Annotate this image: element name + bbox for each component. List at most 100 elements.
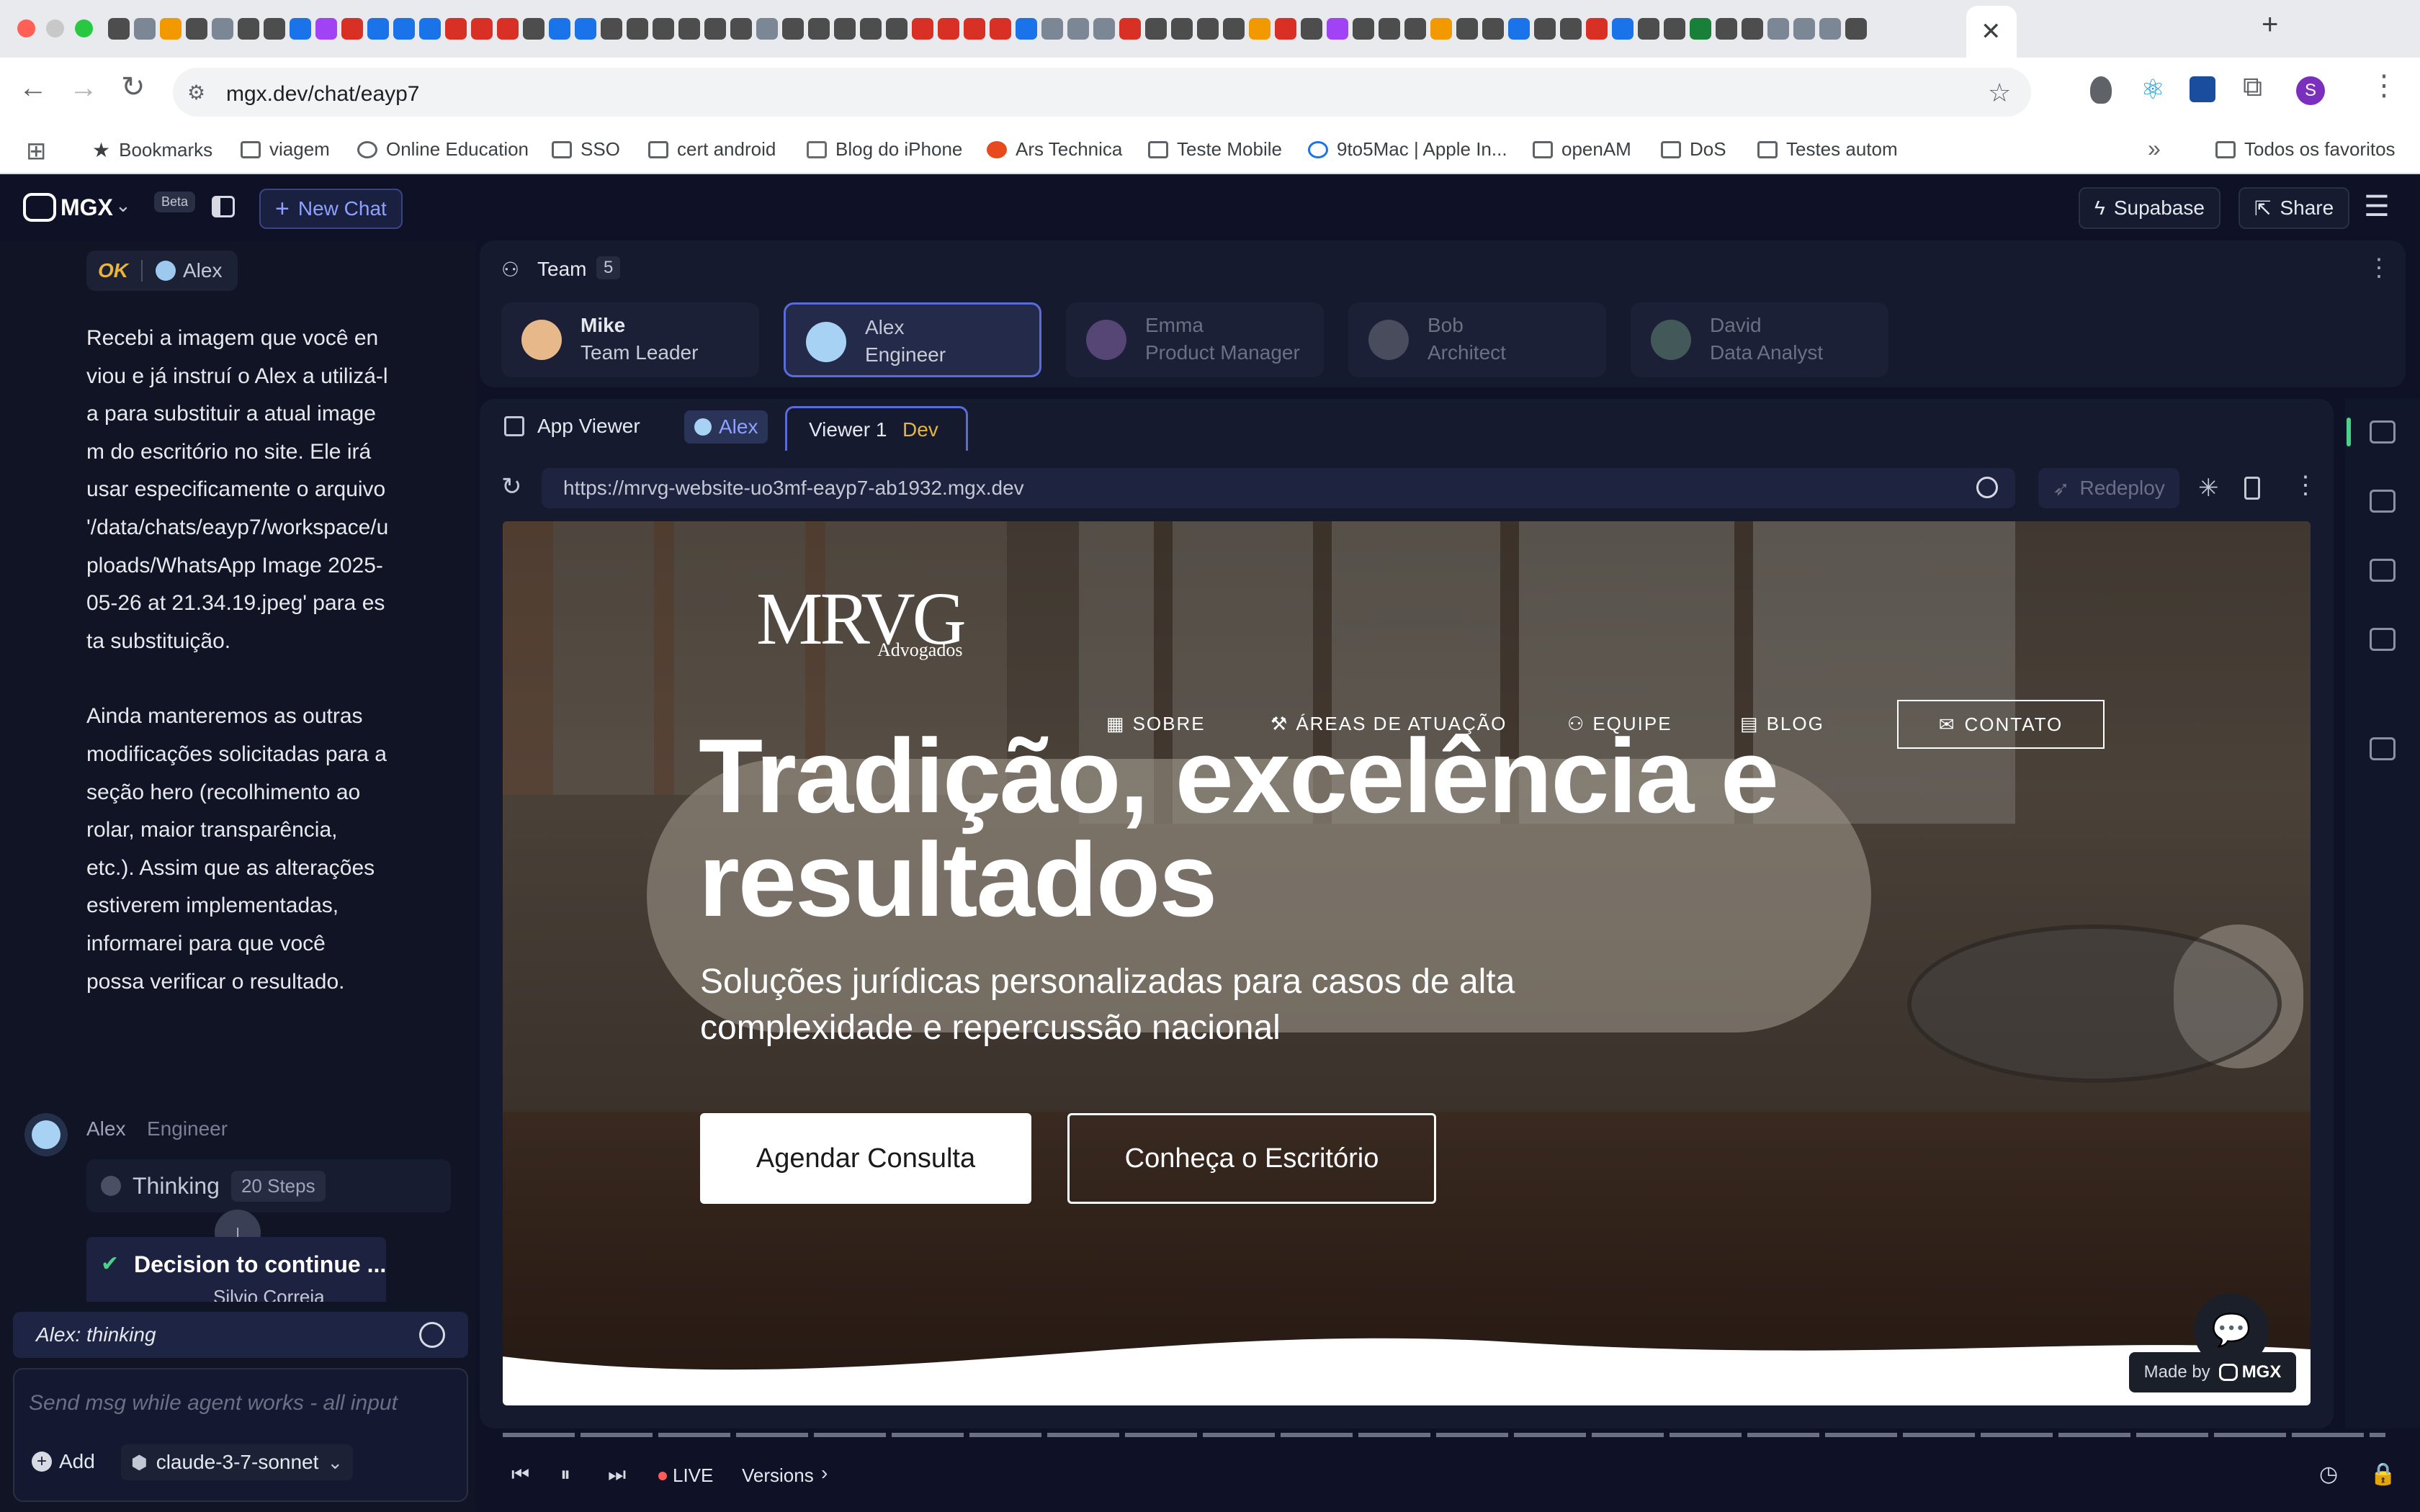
- chevron-down-icon[interactable]: ⌄: [115, 194, 131, 217]
- playback-bar: ⏮ ⏸ ⏭ LIVE Versions › ◷ 🔒: [475, 1433, 2420, 1512]
- live-label[interactable]: LIVE: [673, 1464, 713, 1487]
- bookmark-item[interactable]: Online Education: [357, 138, 529, 161]
- redeploy-button[interactable]: ➶ Redeploy: [2038, 468, 2179, 508]
- reload-button[interactable]: ↻: [121, 71, 145, 104]
- new-tab-button[interactable]: +: [2262, 9, 2278, 41]
- versions-button[interactable]: Versions: [742, 1464, 814, 1487]
- terminal-icon[interactable]: [2370, 420, 2396, 444]
- more-options-icon[interactable]: ⋮: [2367, 253, 2391, 282]
- know-the-office-button[interactable]: Conheça o Escritório: [1067, 1113, 1436, 1204]
- model-selector[interactable]: ⬢ claude-3-7-sonnet ⌄: [121, 1444, 354, 1480]
- schedule-consultation-button[interactable]: Agendar Consulta: [700, 1113, 1031, 1204]
- add-button[interactable]: + Add: [32, 1450, 95, 1473]
- bookmark-item[interactable]: Ars Technica: [987, 138, 1122, 161]
- folder-icon: [552, 140, 572, 158]
- history-icon[interactable]: ◷: [2319, 1462, 2338, 1487]
- bookmark-folder[interactable]: Testes autom: [1757, 138, 1898, 161]
- bookmark-folder[interactable]: cert android: [648, 138, 776, 161]
- preview-url-bar[interactable]: https://mrvg-website-uo3mf-eayp7-ab1932.…: [542, 468, 2015, 508]
- alex-tab[interactable]: Alex: [684, 410, 768, 444]
- bookmark-folder[interactable]: Teste Mobile: [1148, 138, 1282, 161]
- apps-grid-icon[interactable]: ⊞: [26, 137, 47, 166]
- more-options-icon[interactable]: ⋮: [2293, 471, 2318, 500]
- supabase-button[interactable]: ϟ Supabase: [2079, 187, 2220, 229]
- pause-icon[interactable]: ⏸: [560, 1463, 570, 1487]
- address-bar[interactable]: ⚙ mgx.dev/chat/eayp7 ☆: [173, 68, 2031, 117]
- beta-badge: Beta: [154, 192, 196, 212]
- decision-card[interactable]: ✔ Decision to continue ... Silvio Correi…: [86, 1237, 386, 1302]
- close-tab-icon[interactable]: ✕: [1981, 17, 2002, 46]
- bookmark-item[interactable]: ★ Bookmarks: [92, 138, 212, 162]
- stop-icon[interactable]: [419, 1322, 445, 1348]
- extension-react-icon[interactable]: ⚛: [2141, 73, 2165, 106]
- extension-translate-icon[interactable]: [2190, 76, 2215, 102]
- team-member-mike[interactable]: Mike Team Leader: [501, 302, 759, 377]
- thinking-row[interactable]: Thinking 20 Steps: [86, 1159, 451, 1212]
- made-by-badge[interactable]: Made by MGX: [2129, 1352, 2296, 1392]
- bookmark-folder[interactable]: SSO: [552, 138, 620, 161]
- sidebar-toggle-icon[interactable]: [212, 196, 235, 217]
- clipboard-icon[interactable]: [2370, 490, 2396, 513]
- message-paragraph: Recebi a imagem que você enviou e já ins…: [86, 326, 389, 653]
- inspect-icon[interactable]: ✳: [2198, 474, 2219, 503]
- bookmark-folder[interactable]: openAM: [1533, 138, 1631, 161]
- refresh-icon[interactable]: ↻: [501, 472, 522, 501]
- back-button[interactable]: ←: [19, 72, 48, 104]
- menu-kebab-icon[interactable]: ⋮: [2370, 69, 2398, 102]
- message-input-box[interactable]: Send msg while agent works - all input +…: [13, 1368, 468, 1502]
- bookmark-star-icon[interactable]: ☆: [1988, 78, 2011, 108]
- contact-button[interactable]: ✉ CONTATO: [1897, 700, 2105, 749]
- forward-button[interactable]: →: [69, 72, 98, 104]
- team-member-alex[interactable]: Alex Engineer: [784, 302, 1041, 377]
- folder-icon: [1533, 140, 1553, 158]
- envelope-icon: ✉: [1938, 713, 1955, 735]
- extensions-puzzle-icon[interactable]: ⧉: [2243, 72, 2262, 103]
- active-tab[interactable]: ✕: [1966, 6, 2017, 58]
- folder-icon: [241, 140, 261, 158]
- viewer-1-tab[interactable]: Viewer 1 Dev: [785, 406, 968, 451]
- lock-icon[interactable]: 🔒: [2370, 1462, 2396, 1487]
- share-button[interactable]: ⇱ Share: [2238, 187, 2350, 229]
- pinned-tabs[interactable]: [108, 16, 2254, 42]
- hero-headline-line-2: resultados: [699, 821, 1217, 938]
- bookmark-folder[interactable]: DoS: [1661, 138, 1726, 161]
- website-preview: MRVG Advogados ▦ SOBRE ⚒ ÁREAS DE ATUAÇÃ…: [503, 521, 2311, 1405]
- author-role: Engineer: [147, 1117, 228, 1140]
- bookmark-item[interactable]: 9to5Mac | Apple In...: [1308, 138, 1507, 161]
- all-bookmarks-folder[interactable]: Todos os favoritos: [2215, 138, 2396, 161]
- minimize-window-button[interactable]: [46, 19, 64, 37]
- bookmark-item[interactable]: Blog do iPhone: [807, 138, 962, 161]
- open-external-icon[interactable]: [1976, 477, 1998, 498]
- close-window-button[interactable]: [17, 19, 35, 37]
- new-chat-button[interactable]: + New Chat: [259, 189, 403, 229]
- team-member-bob[interactable]: Bob Architect: [1348, 302, 1606, 377]
- team-member-emma[interactable]: Emma Product Manager: [1066, 302, 1324, 377]
- message-input[interactable]: Send msg while agent works - all input: [29, 1391, 398, 1416]
- browser-window-icon[interactable]: [2370, 559, 2396, 582]
- zoom-window-button[interactable]: [75, 19, 93, 37]
- profile-avatar[interactable]: S: [2296, 76, 2325, 105]
- skip-forward-icon[interactable]: ⏭: [608, 1463, 626, 1487]
- folder-icon[interactable]: [2370, 737, 2396, 760]
- live-dot-icon: [658, 1472, 667, 1480]
- app-logo[interactable]: MGX: [60, 194, 113, 221]
- code-icon[interactable]: [2370, 628, 2396, 651]
- site-logo-subtitle: Advogados: [877, 639, 963, 660]
- team-member-david[interactable]: David Data Analyst: [1631, 302, 1888, 377]
- settings-sliders-icon[interactable]: ☰: [2364, 190, 2390, 223]
- more-bookmarks-chevron-icon[interactable]: »: [2148, 135, 2161, 162]
- chevron-right-icon[interactable]: ›: [821, 1462, 828, 1485]
- team-count: 5: [596, 256, 621, 279]
- mobile-view-icon[interactable]: [2244, 477, 2260, 500]
- extension-bulb-icon[interactable]: [2090, 76, 2112, 104]
- app-viewer-title: App Viewer: [537, 415, 640, 437]
- mike-avatar: [521, 320, 562, 360]
- skip-back-icon[interactable]: ⏮: [511, 1463, 529, 1487]
- bookmark-folder[interactable]: viagem: [241, 138, 330, 161]
- site-info-icon[interactable]: ⚙: [187, 81, 205, 104]
- timeline-progress[interactable]: [503, 1433, 2385, 1437]
- blog-icon: [807, 140, 827, 158]
- assistant-message: Recebi a imagem que você enviou e já ins…: [86, 320, 389, 1038]
- team-title: Team: [537, 258, 587, 280]
- mgx-logo-icon: [23, 193, 56, 222]
